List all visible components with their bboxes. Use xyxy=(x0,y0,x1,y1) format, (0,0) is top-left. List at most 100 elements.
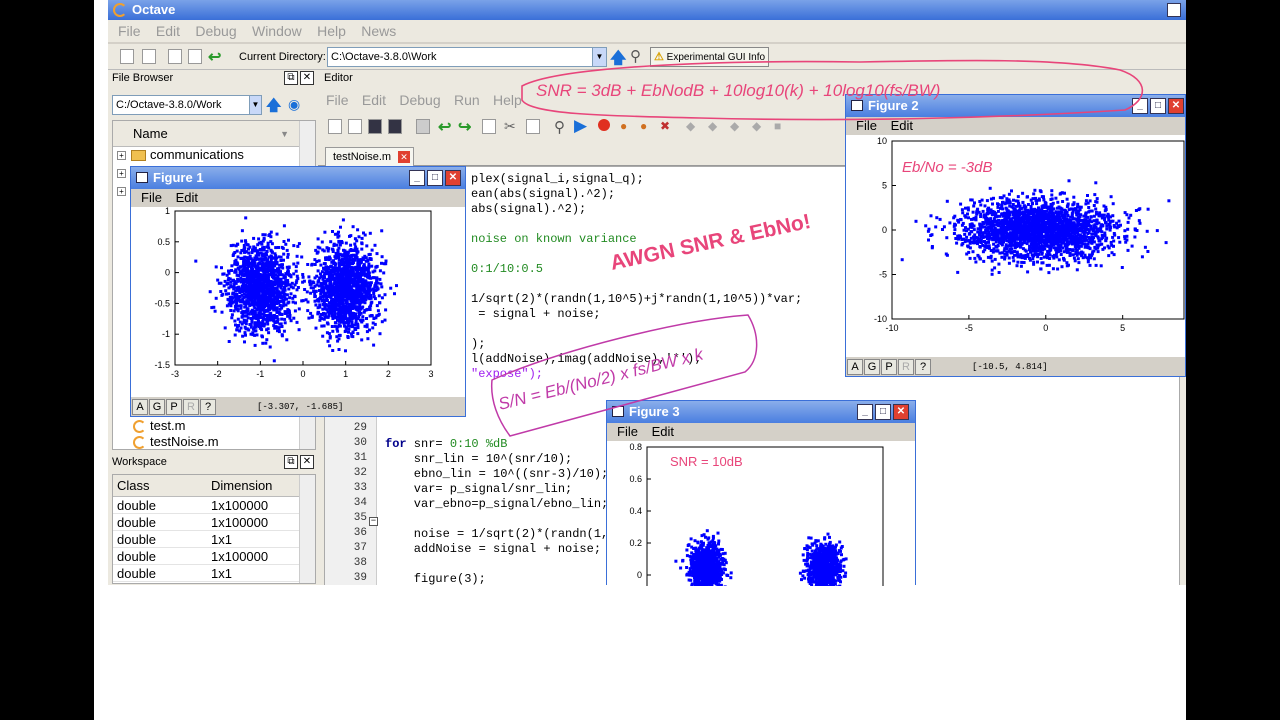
open-file-icon[interactable] xyxy=(142,49,156,64)
menu-news[interactable]: News xyxy=(361,23,396,39)
list-item[interactable]: test.m xyxy=(133,417,185,434)
open-file-icon[interactable] xyxy=(348,119,362,134)
scatter-point xyxy=(333,285,337,289)
cut-icon[interactable]: ✂ xyxy=(504,118,516,135)
menu-debug[interactable]: Debug xyxy=(195,23,236,39)
next-breakpoint-icon[interactable]: ● xyxy=(620,119,627,133)
grid-button[interactable]: G xyxy=(149,399,165,415)
scatter-point xyxy=(322,312,325,315)
quit-debug-icon[interactable]: ■ xyxy=(774,119,781,133)
figure-menu-file[interactable]: File xyxy=(141,190,162,205)
minimize-icon[interactable]: _ xyxy=(1132,98,1148,114)
fold-marker-icon[interactable]: − xyxy=(369,517,378,526)
help-button[interactable]: ? xyxy=(200,399,216,415)
undo-icon[interactable]: ↩ xyxy=(438,117,451,137)
list-item[interactable]: testNoise.m xyxy=(133,433,219,450)
paste-icon[interactable] xyxy=(188,49,202,64)
previous-breakpoint-icon[interactable]: ● xyxy=(640,119,647,133)
new-file-icon[interactable] xyxy=(120,49,134,64)
new-file-icon[interactable] xyxy=(328,119,342,134)
close-tab-icon[interactable]: ✕ xyxy=(398,151,411,163)
axis-button[interactable]: A xyxy=(132,399,148,415)
save-as-icon[interactable] xyxy=(388,119,402,134)
undo-icon[interactable]: ↩ xyxy=(208,47,221,67)
figure-menu-edit[interactable]: Edit xyxy=(891,118,913,133)
editor-menu-file[interactable]: File xyxy=(326,92,349,108)
table-row[interactable]: double 1x100000 xyxy=(113,514,299,531)
menu-window[interactable]: Window xyxy=(252,23,302,39)
scatter-point xyxy=(286,308,290,312)
maximize-icon[interactable]: □ xyxy=(1150,98,1166,114)
rotate-button[interactable]: R xyxy=(183,399,199,415)
parent-directory-icon[interactable]: 🡅 xyxy=(266,95,281,120)
pan-button[interactable]: P xyxy=(166,399,182,415)
scatter-point xyxy=(230,285,234,289)
find-icon[interactable]: ⚲ xyxy=(554,118,565,136)
list-item[interactable]: + xyxy=(117,164,131,181)
editor-menu-debug[interactable]: Debug xyxy=(399,92,440,108)
expand-icon[interactable]: + xyxy=(117,187,126,197)
menu-help[interactable]: Help xyxy=(317,23,346,39)
current-directory-combo[interactable]: C:\Octave-3.8.0\Work ▼ xyxy=(327,47,607,67)
run-icon[interactable]: ▶ xyxy=(574,116,587,136)
scatter-point xyxy=(294,269,298,273)
undock-icon[interactable]: ⧉ xyxy=(284,455,298,469)
table-row[interactable]: double 1x100000 xyxy=(113,497,299,514)
menu-edit[interactable]: Edit xyxy=(156,23,180,39)
print-icon[interactable] xyxy=(416,119,430,134)
list-item[interactable]: + communications xyxy=(117,146,244,163)
editor-menu-help[interactable]: Help xyxy=(493,92,522,108)
scatter-point xyxy=(1146,207,1150,211)
remove-breakpoints-icon[interactable]: ✖ xyxy=(660,119,670,133)
table-row[interactable]: double 1x100000 xyxy=(113,548,299,565)
scatter-point xyxy=(269,254,273,258)
scatter-point xyxy=(233,333,237,337)
expand-icon[interactable]: + xyxy=(117,169,126,179)
continue-icon[interactable]: ◆ xyxy=(752,119,761,133)
breakpoint-icon[interactable] xyxy=(598,119,610,131)
chevron-down-icon[interactable]: ▼ xyxy=(592,48,606,66)
figure-1-plot[interactable]: 1 0.5 0 -0.5 -1 -1.5 -3 -2 -1 0 1 2 3 xyxy=(131,206,465,397)
editor-menu-edit[interactable]: Edit xyxy=(362,92,386,108)
editor-menu-run[interactable]: Run xyxy=(454,92,480,108)
tab-testnoise[interactable]: testNoise.m ✕ xyxy=(325,147,415,166)
table-row[interactable]: double 1x1 xyxy=(113,531,299,548)
scatter-point xyxy=(247,247,250,251)
close-icon[interactable]: ✕ xyxy=(1168,98,1184,114)
save-icon[interactable] xyxy=(368,119,382,134)
window-minimize-button[interactable] xyxy=(1167,3,1181,17)
sync-directory-icon[interactable]: ◉ xyxy=(288,96,300,113)
scatter-point xyxy=(930,246,934,250)
figure-menu-file[interactable]: File xyxy=(856,118,877,133)
chevron-down-icon[interactable]: ▼ xyxy=(249,96,261,114)
file-browser-path-combo[interactable]: C:/Octave-3.8.0/Work ▼ xyxy=(112,95,262,115)
menu-file[interactable]: File xyxy=(118,23,141,39)
figure-2-plot[interactable]: 10 5 0 -5 -10 -10 -5 0 5 xyxy=(846,135,1185,357)
step-icon[interactable]: ◆ xyxy=(686,119,695,133)
figure-menu-edit[interactable]: Edit xyxy=(176,190,198,205)
copy-icon[interactable] xyxy=(482,119,496,134)
copy-icon[interactable] xyxy=(168,49,182,64)
scatter-point xyxy=(261,316,265,320)
redo-icon[interactable]: ↪ xyxy=(458,117,471,137)
undock-icon[interactable]: ⧉ xyxy=(284,71,298,85)
table-row[interactable]: double 1x1 xyxy=(113,565,299,582)
scatter-point xyxy=(355,239,359,243)
scatter-point xyxy=(959,202,963,206)
search-icon[interactable]: ⚲ xyxy=(630,47,641,65)
list-item[interactable]: + xyxy=(117,182,131,199)
expand-icon[interactable]: + xyxy=(117,151,126,161)
workspace-scrollbar[interactable] xyxy=(299,475,315,583)
close-icon[interactable]: ✕ xyxy=(300,71,314,85)
close-icon[interactable]: ✕ xyxy=(300,455,314,469)
paste-icon[interactable] xyxy=(526,119,540,134)
step-out-icon[interactable]: ◆ xyxy=(730,119,739,133)
name-column-header[interactable]: Name ▼ xyxy=(113,121,299,147)
maximize-icon[interactable]: □ xyxy=(427,170,443,186)
step-in-icon[interactable]: ◆ xyxy=(708,119,717,133)
experimental-gui-info-button[interactable]: ⚠ Experimental GUI Info xyxy=(650,47,770,67)
scatter-point xyxy=(260,334,264,338)
scatter-point xyxy=(340,240,344,243)
close-icon[interactable]: ✕ xyxy=(445,170,461,186)
minimize-icon[interactable]: _ xyxy=(409,170,425,186)
